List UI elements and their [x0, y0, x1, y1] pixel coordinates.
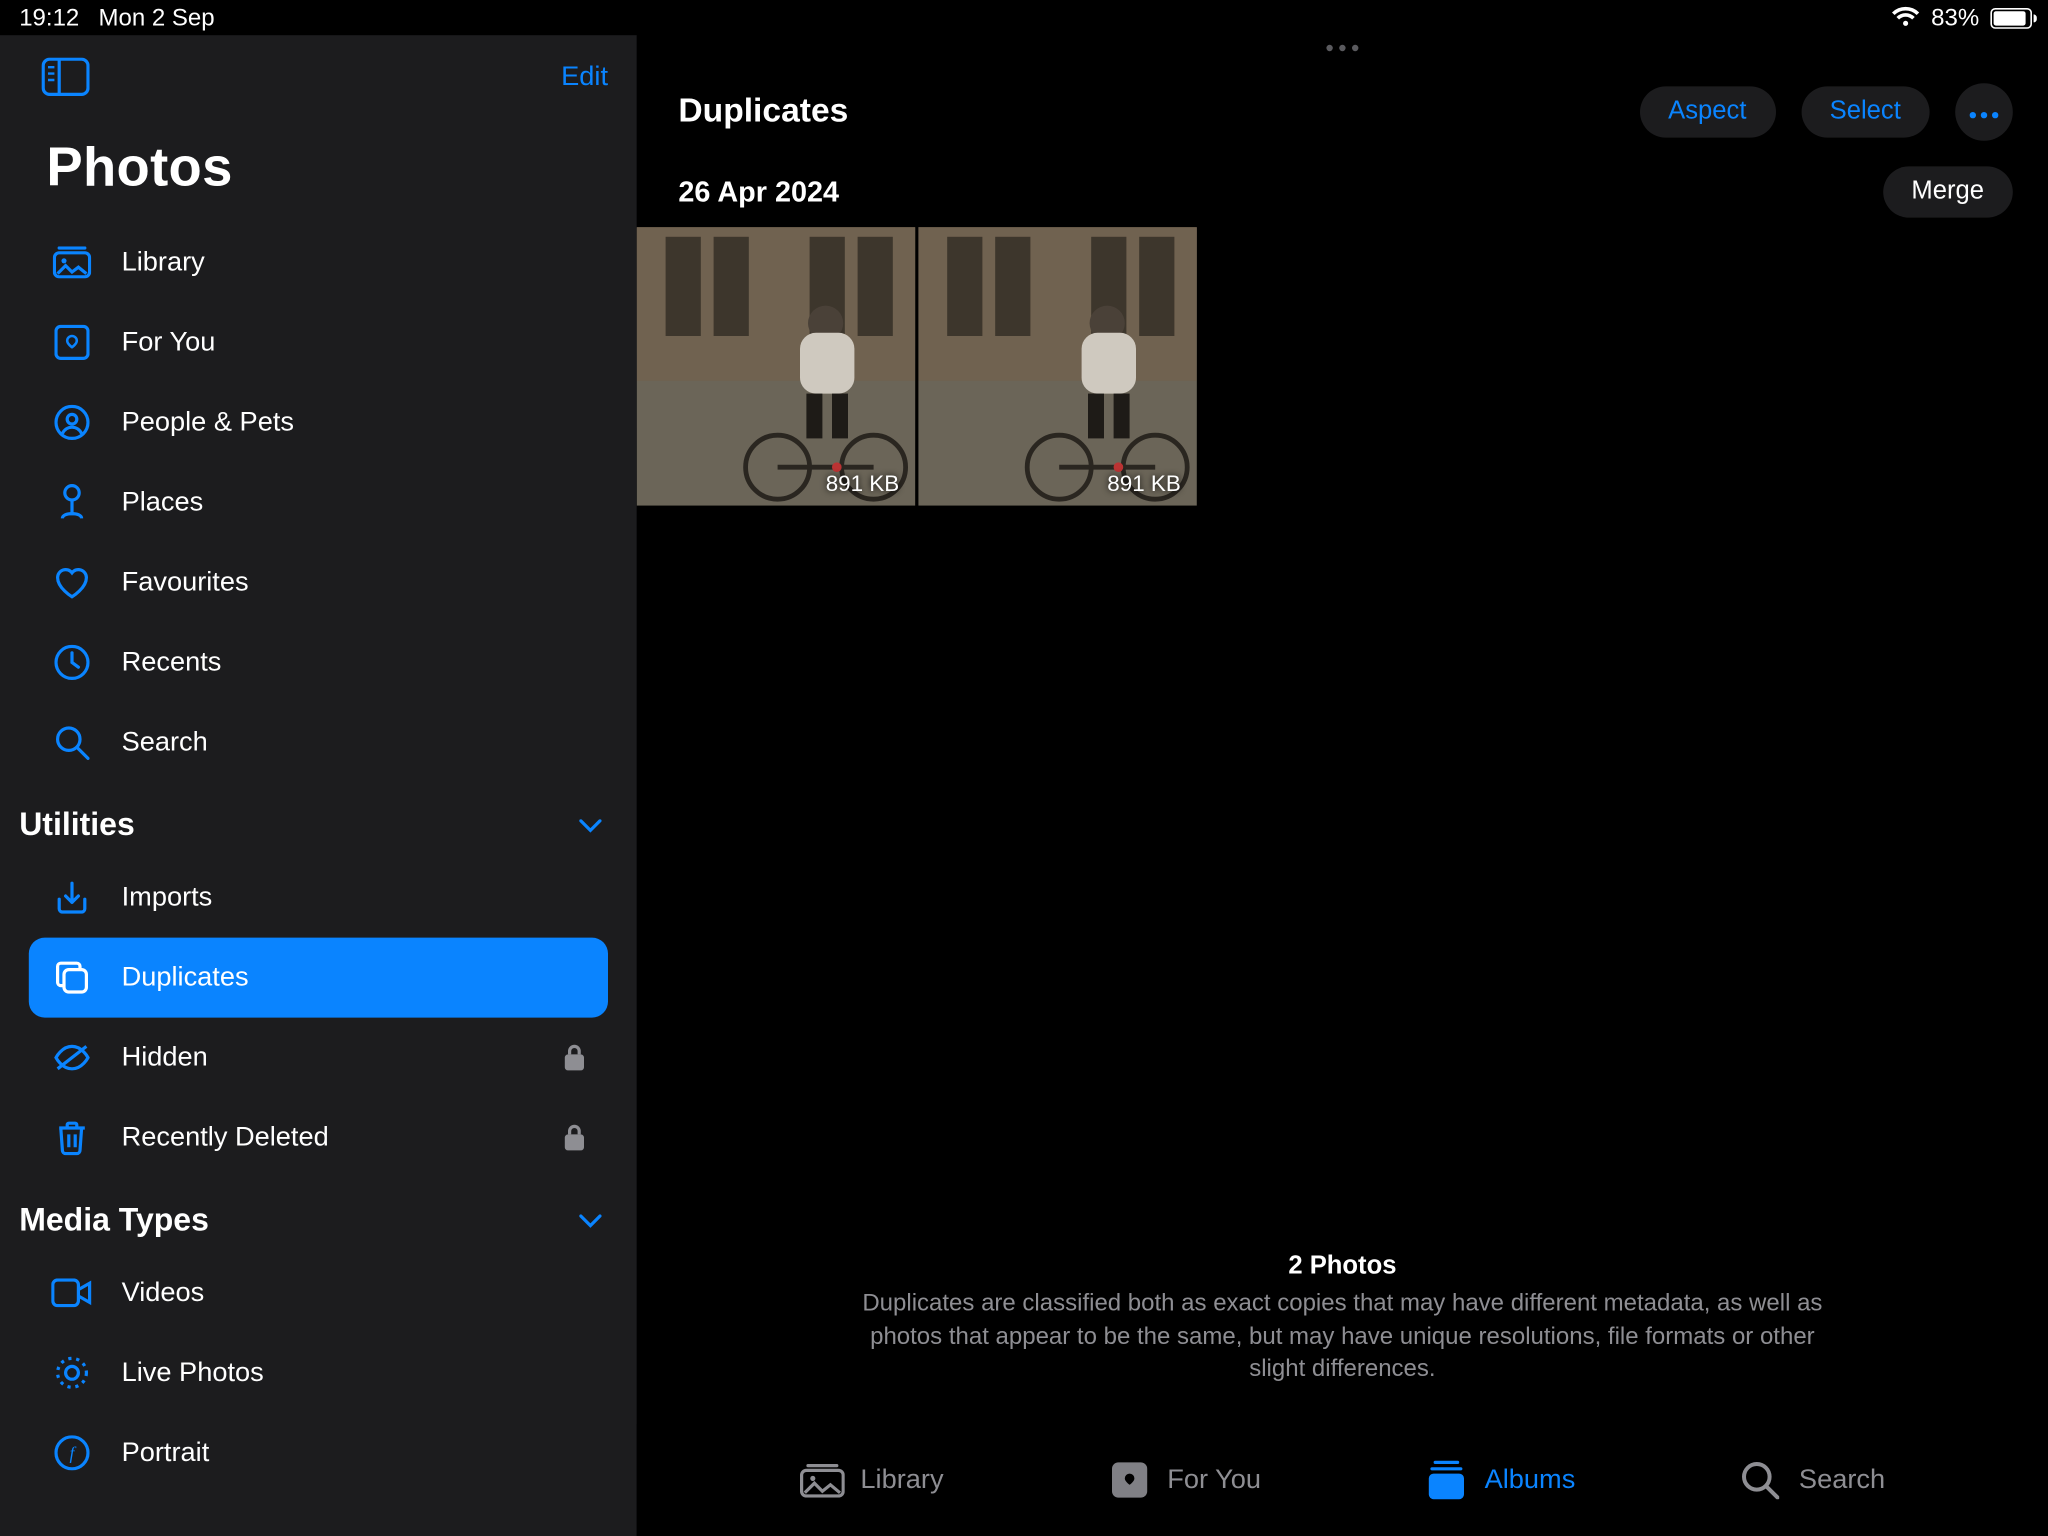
live-icon [51, 1355, 93, 1390]
duplicate-thumbnails: 891 KB [637, 227, 2048, 505]
sidebar-item-label: Library [122, 246, 205, 278]
sidebar-item-label: Portrait [122, 1437, 210, 1469]
sidebar-item-people[interactable]: People & Pets [29, 382, 608, 462]
tab-bar: Library For You Albums Search [637, 1424, 2048, 1536]
sidebar-primary-list: Library For You People & Pets Places Fav… [0, 222, 637, 782]
dup-icon [51, 960, 93, 995]
status-time: 19:12 [19, 4, 79, 31]
heart-icon [51, 565, 93, 600]
trash-icon [51, 1120, 93, 1155]
select-button[interactable]: Select [1801, 86, 1930, 137]
aspect-button[interactable]: Aspect [1639, 86, 1775, 137]
section-label: Utilities [19, 808, 135, 845]
sidebar-item-label: Imports [122, 882, 213, 914]
chevron-down-icon [579, 819, 601, 833]
library-icon [800, 1461, 845, 1499]
tab-label: Search [1799, 1464, 1885, 1496]
search-icon [51, 725, 93, 760]
sidebar-item-library[interactable]: Library [29, 222, 608, 302]
sidebar-item-hidden[interactable]: Hidden [29, 1018, 608, 1098]
grab-handle-icon[interactable] [637, 35, 2048, 64]
toggle-sidebar-icon[interactable] [42, 58, 90, 96]
battery-icon [1990, 7, 2032, 28]
sidebar-item-label: Favourites [122, 566, 249, 598]
albums-icon [1424, 1461, 1469, 1499]
people-icon [51, 405, 93, 440]
battery-percent: 83% [1931, 4, 1979, 31]
tab-label: Albums [1485, 1464, 1576, 1496]
section-label: Media Types [19, 1203, 209, 1240]
group-date: 26 Apr 2024 [678, 175, 839, 209]
sidebar-item-label: Places [122, 486, 204, 518]
info-description: Duplicates are classified both as exact … [845, 1288, 1840, 1385]
tab-albums[interactable]: Albums [1424, 1461, 1576, 1499]
sidebar-item-label: People & Pets [122, 406, 294, 438]
tab-label: Library [860, 1464, 943, 1496]
hidden-icon [51, 1043, 93, 1072]
section-utilities[interactable]: Utilities [0, 789, 637, 858]
sidebar-utilities-list: Imports Duplicates Hidden Recently Delet… [0, 858, 637, 1178]
sidebar-item-recents[interactable]: Recents [29, 622, 608, 702]
library-icon [51, 246, 93, 278]
sidebar-item-label: For You [122, 326, 216, 358]
sidebar-item-favourites[interactable]: Favourites [29, 542, 608, 622]
sidebar-item-label: Videos [122, 1277, 205, 1309]
more-button[interactable] [1955, 83, 2013, 141]
search-icon [1738, 1461, 1783, 1499]
status-date: Mon 2 Sep [98, 4, 214, 31]
sidebar-item-foryou[interactable]: For You [29, 302, 608, 382]
file-size-label: 891 KB [1107, 470, 1181, 496]
svg-text:f: f [70, 1443, 77, 1463]
photo-thumbnail[interactable]: 891 KB [637, 227, 915, 505]
sidebar-item-recently-deleted[interactable]: Recently Deleted [29, 1098, 608, 1178]
foryou-icon [1106, 1461, 1151, 1499]
sidebar-item-label: Duplicates [122, 962, 249, 994]
sidebar-item-label: Search [122, 726, 208, 758]
section-media-types[interactable]: Media Types [0, 1184, 637, 1253]
tab-label: For You [1167, 1464, 1261, 1496]
places-icon [51, 483, 93, 521]
sidebar-item-duplicates[interactable]: Duplicates [29, 938, 608, 1018]
sidebar-item-imports[interactable]: Imports [29, 858, 608, 938]
sidebar-item-portrait[interactable]: f Portrait [29, 1413, 608, 1493]
tab-foryou[interactable]: For You [1106, 1461, 1261, 1499]
foryou-icon [51, 325, 93, 360]
photo-thumbnail[interactable]: 891 KB [918, 227, 1196, 505]
sidebar-media-list: Videos Live Photos f Portrait [0, 1253, 637, 1493]
tab-search[interactable]: Search [1738, 1461, 1885, 1499]
sidebar-item-label: Recents [122, 646, 222, 678]
clock-icon [51, 645, 93, 680]
lock-icon [563, 1123, 585, 1152]
video-icon [51, 1278, 93, 1307]
sidebar-item-label: Hidden [122, 1042, 208, 1074]
tab-library[interactable]: Library [800, 1461, 944, 1499]
page-title: Duplicates [678, 93, 848, 131]
sidebar-item-label: Recently Deleted [122, 1122, 329, 1154]
sidebar-item-label: Live Photos [122, 1357, 264, 1389]
chevron-down-icon [579, 1214, 601, 1228]
sidebar-item-places[interactable]: Places [29, 462, 608, 542]
sidebar-title: Photos [0, 112, 637, 222]
sidebar: Edit Photos Library For You People & Pet… [0, 35, 637, 1536]
ellipsis-icon [1970, 98, 1999, 127]
photo-count: 2 Photos [1288, 1253, 1396, 1282]
info-block: 2 Photos Duplicates are classified both … [637, 1253, 2048, 1385]
wifi-icon [1891, 6, 1920, 28]
lock-icon [563, 1043, 585, 1072]
sidebar-item-videos[interactable]: Videos [29, 1253, 608, 1333]
portrait-icon: f [51, 1435, 93, 1470]
sidebar-item-search[interactable]: Search [29, 702, 608, 782]
edit-button[interactable]: Edit [561, 61, 608, 93]
merge-button[interactable]: Merge [1883, 166, 2013, 217]
file-size-label: 891 KB [826, 470, 900, 496]
import-icon [51, 880, 93, 915]
status-bar: 19:12 Mon 2 Sep 83% [0, 0, 2048, 35]
sidebar-item-livephotos[interactable]: Live Photos [29, 1333, 608, 1413]
